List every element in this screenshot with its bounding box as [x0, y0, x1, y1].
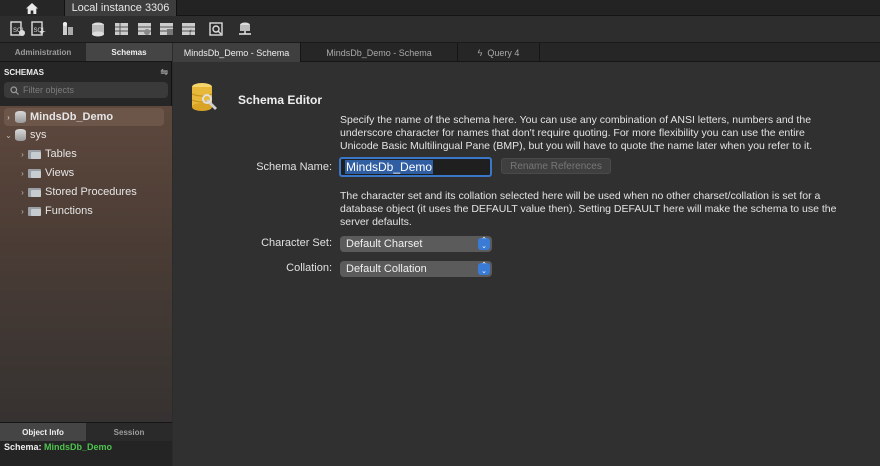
schema-name-value[interactable]: MindsDb_Demo [345, 160, 434, 174]
help-line: The character set and its collation sele… [340, 190, 821, 202]
open-sql-file-icon[interactable]: SQL [29, 21, 46, 37]
tree-item-views[interactable]: › Views [18, 164, 74, 182]
create-table-icon[interactable] [113, 21, 130, 37]
schema-name-field[interactable]: MindsDb_Demo [339, 157, 492, 177]
folder-icon [28, 168, 41, 178]
filter-field[interactable] [4, 82, 168, 98]
chevron-up-down-icon: ⌃ ⌄ [478, 262, 490, 275]
tree-item-label: sys [30, 129, 47, 141]
chevron-right-icon[interactable]: › [18, 188, 27, 197]
charset-help: The character set and its collation sele… [340, 190, 870, 229]
tab-label: Query 4 [487, 47, 520, 58]
tree-item-label: MindsDb_Demo [30, 111, 114, 123]
lightning-icon: ϟ [477, 47, 483, 58]
schema-tree: › MindsDb_Demo ⌄ sys › Tables › Views › [0, 106, 172, 458]
inspector-icon[interactable] [59, 21, 76, 37]
schemas-heading: SCHEMAS [4, 67, 45, 77]
tree-item-label: Views [45, 167, 75, 179]
tab-label: MindsDb_Demo - Schema [326, 47, 432, 58]
chevron-right-icon[interactable]: › [4, 113, 13, 122]
character-set-label: Character Set: [261, 237, 332, 249]
object-info-value: MindsDb_Demo [44, 442, 113, 452]
reconnect-icon[interactable] [237, 21, 254, 37]
tab-query-4[interactable]: ϟ Query 4 [458, 43, 540, 62]
rename-references-button[interactable]: Rename References [501, 158, 611, 174]
create-function-icon[interactable]: f [180, 21, 197, 37]
help-line: Unicode Basic Multilingual Pane (BMP), b… [340, 140, 813, 152]
tree-item-tables[interactable]: › Tables [18, 145, 77, 163]
toolbar: SQL SQL f [0, 16, 880, 43]
tree-item-label: Stored Procedures [45, 186, 137, 198]
help-line: server defaults. [340, 216, 412, 228]
svg-text:SQL: SQL [34, 28, 47, 34]
chevron-right-icon[interactable]: › [18, 150, 27, 159]
schemas-header: SCHEMAS ⇋ [0, 62, 172, 82]
tree-item-functions[interactable]: › Functions [18, 202, 93, 220]
create-schema-icon[interactable] [90, 21, 107, 37]
help-line: underscore character for names that don'… [340, 127, 805, 139]
top-tab-bar: Local instance 3306 [0, 0, 880, 16]
database-icon [15, 129, 26, 141]
schema-name-help: Specify the name of the schema here. You… [340, 114, 870, 153]
editor-tabs: MindsDb_Demo - Schema MindsDb_Demo - Sch… [173, 43, 880, 62]
refresh-icon[interactable]: ⇋ [160, 67, 168, 78]
create-procedure-icon[interactable] [158, 21, 175, 37]
info-tabs: Object Info Session [0, 422, 172, 441]
folder-icon [28, 206, 41, 216]
home-tab[interactable] [0, 0, 65, 16]
character-set-value: Default Charset [346, 238, 423, 250]
tab-schemas[interactable]: Schemas [86, 43, 172, 61]
folder-icon [28, 187, 41, 197]
schema-name-label: Schema Name: [256, 161, 332, 173]
collation-value: Default Collation [346, 263, 427, 275]
search-icon [10, 85, 19, 95]
tree-item-label: Functions [45, 205, 93, 217]
tree-item-sys[interactable]: ⌄ sys [4, 126, 47, 144]
chevron-up-down-icon: ⌃ ⌄ [478, 237, 490, 250]
filter-input[interactable] [23, 85, 163, 95]
tree-item-label: Tables [45, 148, 77, 160]
tab-schema-editor-active[interactable]: MindsDb_Demo - Schema [173, 43, 301, 62]
navigator-panel: Administration Schemas SCHEMAS ⇋ › Minds… [0, 43, 172, 466]
tab-label: MindsDb_Demo - Schema [183, 47, 290, 58]
tab-schema-editor[interactable]: MindsDb_Demo - Schema [301, 43, 458, 62]
collation-select[interactable]: Default Collation ⌃ ⌄ [340, 261, 492, 277]
help-line: Specify the name of the schema here. You… [340, 114, 812, 126]
new-sql-file-icon[interactable]: SQL [9, 21, 26, 37]
home-icon [26, 2, 38, 14]
collation-label: Collation: [286, 262, 332, 274]
tree-item-mindsdb-demo[interactable]: › MindsDb_Demo [4, 108, 164, 126]
folder-icon [28, 149, 41, 159]
search-table-data-icon[interactable] [208, 21, 225, 37]
connection-tab[interactable]: Local instance 3306 [65, 0, 177, 16]
chevron-right-icon[interactable]: › [18, 207, 27, 216]
schema-editor: Schema Editor Specify the name of the sc… [173, 62, 880, 466]
object-info-key: Schema: [4, 442, 42, 452]
tab-administration[interactable]: Administration [0, 43, 86, 61]
database-icon [15, 111, 26, 123]
chevron-right-icon[interactable]: › [18, 169, 27, 178]
character-set-select[interactable]: Default Charset ⌃ ⌄ [340, 236, 492, 252]
workbench-window: Local instance 3306 SQL SQL f Administra… [0, 0, 880, 466]
chevron-down-icon[interactable]: ⌄ [4, 131, 13, 140]
help-line: database object (it uses the DEFAULT val… [340, 203, 837, 215]
schema-editor-icon [191, 83, 217, 111]
object-info: Schema: MindsDb_Demo [0, 441, 172, 466]
create-view-icon[interactable] [136, 21, 153, 37]
schema-editor-title: Schema Editor [238, 93, 323, 107]
tab-session[interactable]: Session [86, 423, 172, 441]
tab-object-info[interactable]: Object Info [0, 423, 86, 441]
tree-item-stored-procedures[interactable]: › Stored Procedures [18, 183, 137, 201]
navigator-tabs: Administration Schemas [0, 43, 172, 62]
